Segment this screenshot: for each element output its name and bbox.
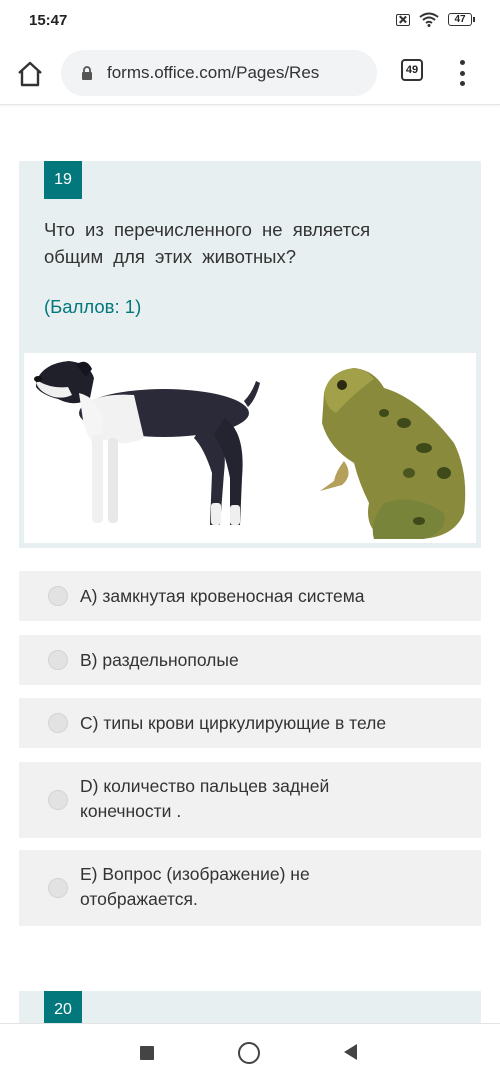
tab-switcher-button[interactable]: 49 xyxy=(401,59,423,81)
option-d[interactable]: D) количество пальцев задней конечности … xyxy=(19,762,481,838)
option-c[interactable]: C) типы крови циркулирующие в теле xyxy=(19,698,481,748)
question-number: 20 xyxy=(44,991,82,1023)
question-points: (Баллов: 1) xyxy=(44,296,142,317)
lock-icon xyxy=(82,66,92,80)
more-menu-button[interactable] xyxy=(455,58,469,88)
option-label: E) Вопрос (изображение) не отображается. xyxy=(80,864,310,909)
menu-dot-icon xyxy=(459,60,465,65)
home-button[interactable] xyxy=(14,58,46,90)
back-icon[interactable] xyxy=(344,1044,357,1060)
menu-dot-icon xyxy=(459,70,465,76)
navigation-bar xyxy=(0,1023,500,1084)
address-bar[interactable]: forms.office.com/Pages/Res xyxy=(61,50,377,96)
option-label: D) количество пальцев задней конечности … xyxy=(80,776,330,821)
option-label: B) раздельнополые xyxy=(80,650,239,670)
radio-button[interactable] xyxy=(48,586,68,606)
radio-button[interactable] xyxy=(48,650,68,670)
option-label: A) замкнутая кровеносная система xyxy=(80,586,365,606)
option-b[interactable]: B) раздельнополые xyxy=(19,635,481,685)
frog-illustration xyxy=(320,368,466,539)
next-question-card: 20 xyxy=(19,991,481,1023)
url-text: forms.office.com/Pages/Res xyxy=(107,63,320,82)
status-bar: 15:47 47 xyxy=(0,0,500,44)
browser-toolbar: forms.office.com/Pages/Res 49 xyxy=(0,44,500,105)
battery-icon: 47 xyxy=(448,13,475,26)
question-number: 19 xyxy=(44,161,82,199)
home-nav-icon[interactable] xyxy=(238,1042,260,1064)
question-text: Что из перечисленного не является общим … xyxy=(44,219,371,267)
status-icons: 47 xyxy=(396,12,475,27)
home-icon xyxy=(18,61,42,87)
wifi-icon xyxy=(419,12,439,27)
menu-dot-icon xyxy=(459,81,465,86)
option-label: C) типы крови циркулирующие в теле xyxy=(80,713,387,733)
no-sim-icon xyxy=(396,13,410,26)
question-card: 19 Что из перечисленного не является общ… xyxy=(19,161,481,548)
dog-illustration xyxy=(34,361,260,525)
option-a[interactable]: A) замкнутая кровеносная система xyxy=(19,571,481,621)
radio-button[interactable] xyxy=(48,878,68,898)
status-time: 15:47 xyxy=(29,12,68,29)
radio-button[interactable] xyxy=(48,790,68,810)
option-e[interactable]: E) Вопрос (изображение) не отображается. xyxy=(19,850,481,926)
question-image xyxy=(24,353,476,543)
recents-icon[interactable] xyxy=(140,1046,154,1060)
radio-button[interactable] xyxy=(48,713,68,733)
